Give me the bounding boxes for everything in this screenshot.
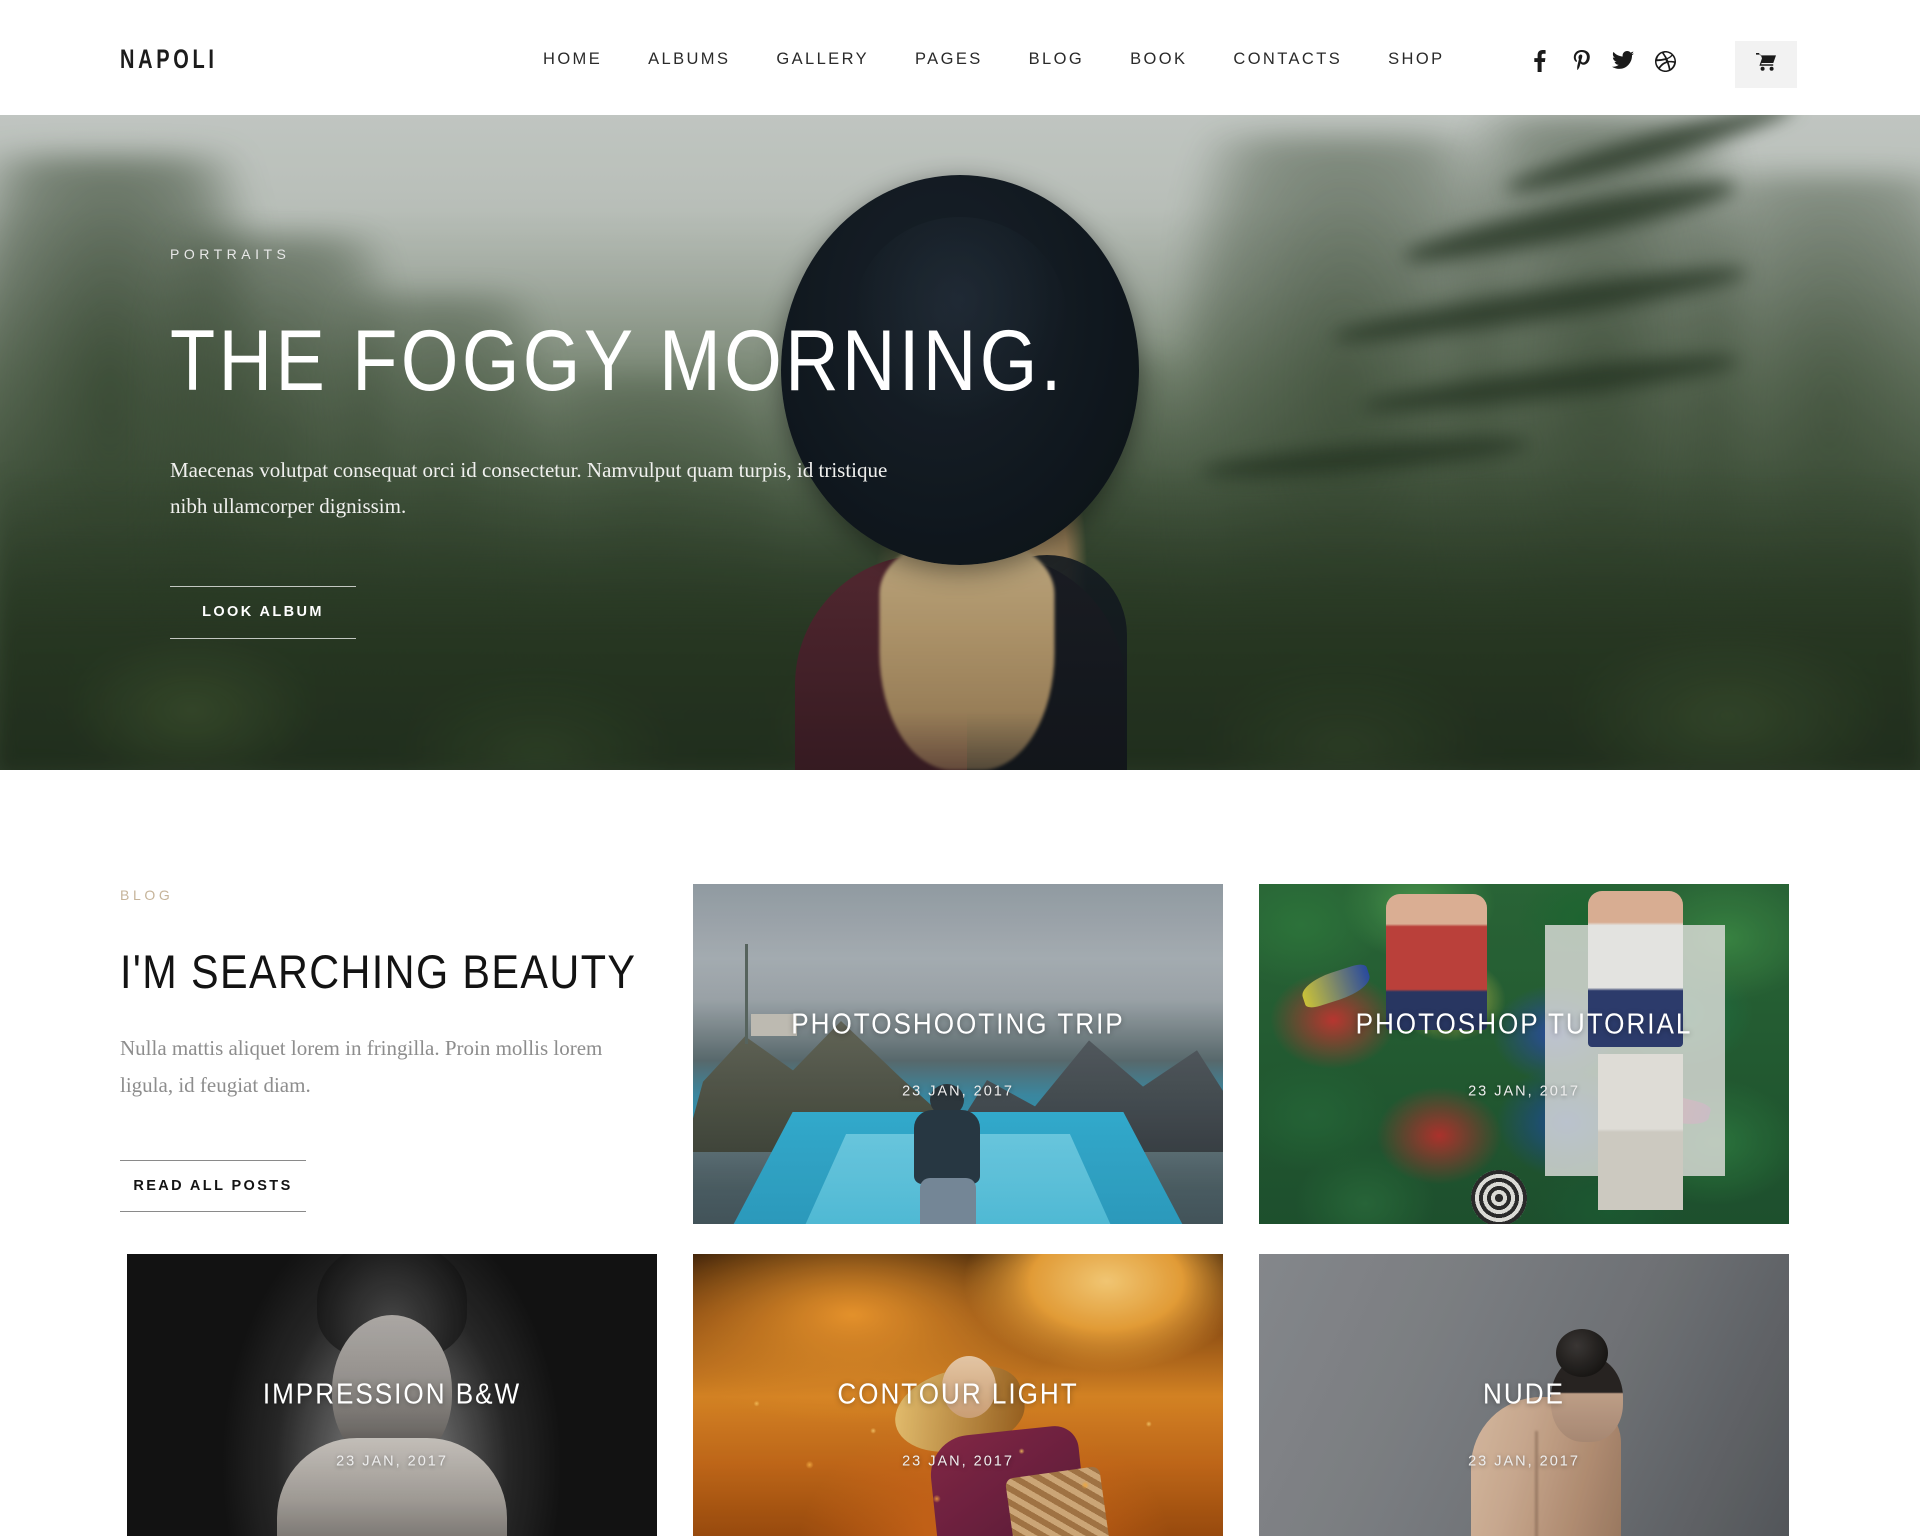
post-title: IMPRESSION B&W: [262, 1378, 522, 1411]
cart-button[interactable]: [1735, 41, 1797, 88]
blog-card-impression-bw[interactable]: IMPRESSION B&W 23 JAN, 2017: [127, 1254, 657, 1536]
post-date: 23 JAN, 2017: [336, 1453, 448, 1470]
nav-item-home[interactable]: HOME: [520, 50, 625, 69]
hero-description: Maecenas volutpat consequat orci id cons…: [170, 458, 888, 519]
look-album-button[interactable]: LOOK ALBUM: [170, 586, 356, 639]
nav-item-shop[interactable]: SHOP: [1365, 50, 1467, 69]
blog-card-nude[interactable]: NUDE 23 JAN, 2017: [1259, 1254, 1789, 1536]
look-album-button-label: LOOK ALBUM: [202, 604, 324, 621]
blog-card-photoshop-tutorial[interactable]: PHOTOSHOP TUTORIAL 23 JAN, 2017: [1259, 884, 1789, 1224]
cart-icon: [1756, 53, 1776, 76]
post-date: 23 JAN, 2017: [1468, 1083, 1580, 1100]
hero-section: PORTRAITS THE FOGGY MORNING. Maecenas vo…: [0, 115, 1920, 770]
nav-item-pages[interactable]: PAGES: [892, 50, 1006, 69]
post-title: PHOTOSHOP TUTORIAL: [1355, 1008, 1693, 1041]
facebook-icon[interactable]: [1518, 50, 1560, 72]
dribbble-icon[interactable]: [1644, 50, 1686, 72]
post-caption: NUDE 23 JAN, 2017: [1259, 1379, 1789, 1470]
nav-item-book[interactable]: BOOK: [1107, 50, 1210, 69]
blog-section: BLOG I'M SEARCHING BEAUTY Nulla mattis a…: [0, 770, 1920, 1536]
site-header: NAPOLI HOME ALBUMS GALLERY PAGES BLOG BO…: [0, 0, 1920, 115]
blog-card-photoshooting-trip[interactable]: PHOTOSHOOTING TRIP 23 JAN, 2017: [693, 884, 1223, 1224]
blog-card-contour-light[interactable]: CONTOUR LIGHT 23 JAN, 2017: [693, 1254, 1223, 1536]
post-caption: PHOTOSHOOTING TRIP 23 JAN, 2017: [693, 1009, 1223, 1100]
post-title: PHOTOSHOOTING TRIP: [791, 1008, 1125, 1041]
pinterest-icon[interactable]: [1560, 50, 1602, 72]
site-logo[interactable]: NAPOLI: [120, 44, 218, 75]
nav-item-albums[interactable]: ALBUMS: [625, 50, 753, 69]
post-date: 23 JAN, 2017: [902, 1083, 1014, 1100]
post-title: CONTOUR LIGHT: [837, 1378, 1079, 1411]
nav-item-blog[interactable]: BLOG: [1006, 50, 1107, 69]
post-date: 23 JAN, 2017: [1468, 1453, 1580, 1470]
blog-post-grid: PHOTOSHOOTING TRIP 23 JAN, 2017 PHOTOSHO…: [120, 875, 1800, 1536]
post-caption: CONTOUR LIGHT 23 JAN, 2017: [693, 1379, 1223, 1470]
twitter-icon[interactable]: [1602, 51, 1644, 71]
hero-kicker: PORTRAITS: [170, 246, 291, 263]
post-caption: PHOTOSHOP TUTORIAL 23 JAN, 2017: [1259, 1009, 1789, 1100]
hero-title: THE FOGGY MORNING.: [170, 313, 1065, 410]
post-title: NUDE: [1483, 1378, 1565, 1411]
social-links: [1518, 50, 1686, 72]
nav-item-gallery[interactable]: GALLERY: [753, 50, 892, 69]
post-caption: IMPRESSION B&W 23 JAN, 2017: [127, 1379, 657, 1470]
hero-content: PORTRAITS THE FOGGY MORNING. Maecenas vo…: [170, 115, 1210, 770]
button-bottom-rule: [170, 637, 356, 639]
nav-item-contacts[interactable]: CONTACTS: [1210, 50, 1365, 69]
main-navigation: HOME ALBUMS GALLERY PAGES BLOG BOOK CONT…: [520, 50, 1467, 69]
post-date: 23 JAN, 2017: [902, 1453, 1014, 1470]
